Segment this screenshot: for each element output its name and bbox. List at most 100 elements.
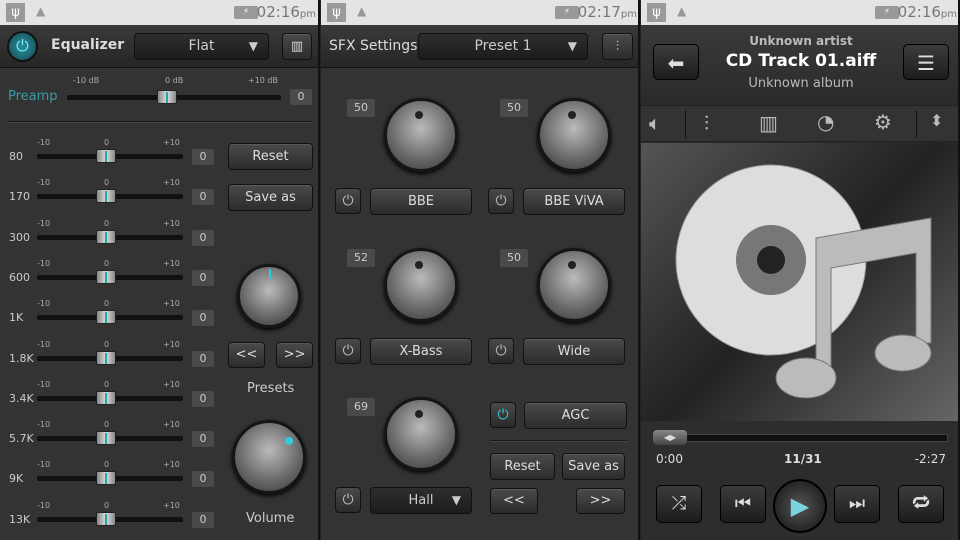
menu-button[interactable]: ☰ <box>903 44 949 80</box>
sfx-preset-dropdown[interactable]: Preset 1 ▼ <box>418 33 588 60</box>
band-slider-thumb[interactable] <box>96 149 116 163</box>
eq-power-button[interactable]: ⏻ <box>7 31 38 62</box>
band-slider-thumb[interactable] <box>96 431 116 446</box>
effect-label: Wide <box>557 344 591 359</box>
menu-icon: ☰ <box>917 51 935 75</box>
sfx-reset-button[interactable]: Reset <box>490 453 555 480</box>
preamp-tick-min: -10 dB <box>73 76 100 85</box>
volume-icon[interactable]: 🔈︎ <box>649 111 661 135</box>
band-slider-thumb[interactable] <box>96 269 116 284</box>
band-slider-thumb[interactable] <box>96 229 116 244</box>
eq-reset-button[interactable]: Reset <box>228 143 313 170</box>
effect-button[interactable]: BBE <box>370 188 472 215</box>
album-art <box>641 143 958 421</box>
next-button[interactable]: ⏭ <box>834 485 880 523</box>
eq-preset-dropdown[interactable]: Flat ▼ <box>134 33 269 60</box>
band-tick-mid: 0 <box>104 178 110 188</box>
chevron-down-icon: ▼ <box>567 39 577 53</box>
bar-graph-icon[interactable]: ▥ <box>759 111 778 135</box>
usb-icon: ψ <box>647 3 666 22</box>
eq-header: ⏻ Equalizer Flat ▼ ▥ <box>0 25 318 68</box>
effect-label: Hall <box>408 493 434 508</box>
skip-next-icon: ⏭ <box>848 493 866 514</box>
preamp-slider-thumb[interactable] <box>157 90 177 104</box>
band-slider-thumb[interactable] <box>96 350 116 365</box>
volume-knob[interactable] <box>232 420 306 494</box>
previous-button[interactable]: ⏮ <box>720 485 766 523</box>
expand-collapse-icon[interactable]: ⬍ <box>930 111 943 130</box>
volume-label: Volume <box>246 511 295 526</box>
effect-button[interactable]: X-Bass <box>370 338 472 365</box>
effect-button[interactable]: BBE ViVA <box>523 188 625 215</box>
band-tick-max: +10 <box>163 258 180 268</box>
band-tick-mid: 0 <box>104 299 110 309</box>
effect-power-button[interactable]: ⏻ <box>335 338 361 364</box>
band-slider-thumb[interactable] <box>96 390 116 405</box>
eq-save-as-button[interactable]: Save as <box>228 184 313 211</box>
band-label: 5.7K <box>9 432 34 446</box>
effect-power-button[interactable]: ⏻ <box>335 188 361 214</box>
preamp-tick-mid: 0 dB <box>165 76 184 85</box>
repeat-button[interactable]: 🔁︎ <box>898 485 944 523</box>
band-tick-max: +10 <box>163 460 180 470</box>
seek-bar[interactable] <box>653 434 948 442</box>
track-position: 11/31 <box>784 452 822 466</box>
band-tick-max: +10 <box>163 339 180 349</box>
clock-time: 02:16 <box>256 3 300 21</box>
divider <box>8 121 312 123</box>
band-slider-thumb[interactable] <box>96 471 116 486</box>
band-tick-max: +10 <box>163 500 180 510</box>
status-bar: ψ ▲ ⚡ 02:16pm <box>641 0 958 25</box>
shuffle-button[interactable]: ⤮ <box>656 485 702 523</box>
chevron-down-icon: ▼ <box>248 39 258 53</box>
effect-button[interactable]: Hall ▼ <box>370 487 472 514</box>
repeat-icon: 🔁︎ <box>912 493 930 514</box>
band-tick-mid: 0 <box>104 258 110 268</box>
band-value: 0 <box>192 511 214 528</box>
equalizer-sliders-icon[interactable]: ⫶ <box>704 111 709 135</box>
gauge-icon[interactable]: ◔ <box>817 110 834 134</box>
effect-knob[interactable] <box>384 98 458 172</box>
divider <box>490 440 627 442</box>
play-button[interactable]: ▶ <box>773 479 827 533</box>
agc-button[interactable]: AGC <box>524 402 627 429</box>
sfx-save-as-button[interactable]: Save as <box>562 453 625 480</box>
sfx-mixer-button[interactable]: ⫶ <box>602 33 633 60</box>
back-button[interactable]: ⬅ <box>653 44 699 80</box>
eq-preset-value: Flat <box>188 38 215 54</box>
band-tick-max: +10 <box>163 218 180 228</box>
effect-power-button[interactable]: ⏻ <box>335 487 361 513</box>
band-slider-thumb[interactable] <box>96 189 116 204</box>
band-tick-mid: 0 <box>104 379 110 389</box>
eq-prev-preset-button[interactable]: << <box>228 342 265 368</box>
elapsed-time: 0:00 <box>656 452 683 466</box>
skip-previous-icon: ⏮ <box>734 493 752 514</box>
effect-knob[interactable] <box>384 248 458 322</box>
band-tick-min: -10 <box>37 299 51 309</box>
presets-knob[interactable] <box>237 264 301 328</box>
effect-knob[interactable] <box>384 397 458 471</box>
band-tick-max: +10 <box>163 178 180 188</box>
sfx-prev-button[interactable]: << <box>490 488 538 514</box>
effect-power-button[interactable]: ⏻ <box>488 188 514 214</box>
effect-power-button[interactable]: ⏻ <box>488 338 514 364</box>
seek-thumb[interactable]: ◀▶ <box>653 430 687 445</box>
band-label: 9K <box>9 472 24 486</box>
sfx-next-button[interactable]: >> <box>576 488 625 514</box>
eq-graph-button[interactable]: ▥ <box>282 33 312 60</box>
band-slider-thumb[interactable] <box>96 511 116 526</box>
gear-icon[interactable]: ⚙ <box>874 110 892 134</box>
clock-ampm: pm <box>299 9 316 20</box>
band-value: 0 <box>192 471 214 488</box>
band-slider-thumb[interactable] <box>96 310 116 325</box>
effect-button[interactable]: Wide <box>523 338 625 365</box>
play-icon: ▶ <box>790 492 810 520</box>
band-label: 13K <box>9 512 31 526</box>
preamp-label: Preamp <box>8 89 58 104</box>
playback-area: ◀▶ 0:00 11/31 -2:27 ⤮ ⏮ ▶ ⏭ 🔁︎ <box>641 421 958 540</box>
agc-power-button[interactable]: ⏻ <box>490 402 516 428</box>
eq-next-preset-button[interactable]: >> <box>276 342 313 368</box>
effect-knob[interactable] <box>537 98 611 172</box>
track-title: CD Track 01.aiff <box>725 51 877 71</box>
effect-knob[interactable] <box>537 248 611 322</box>
